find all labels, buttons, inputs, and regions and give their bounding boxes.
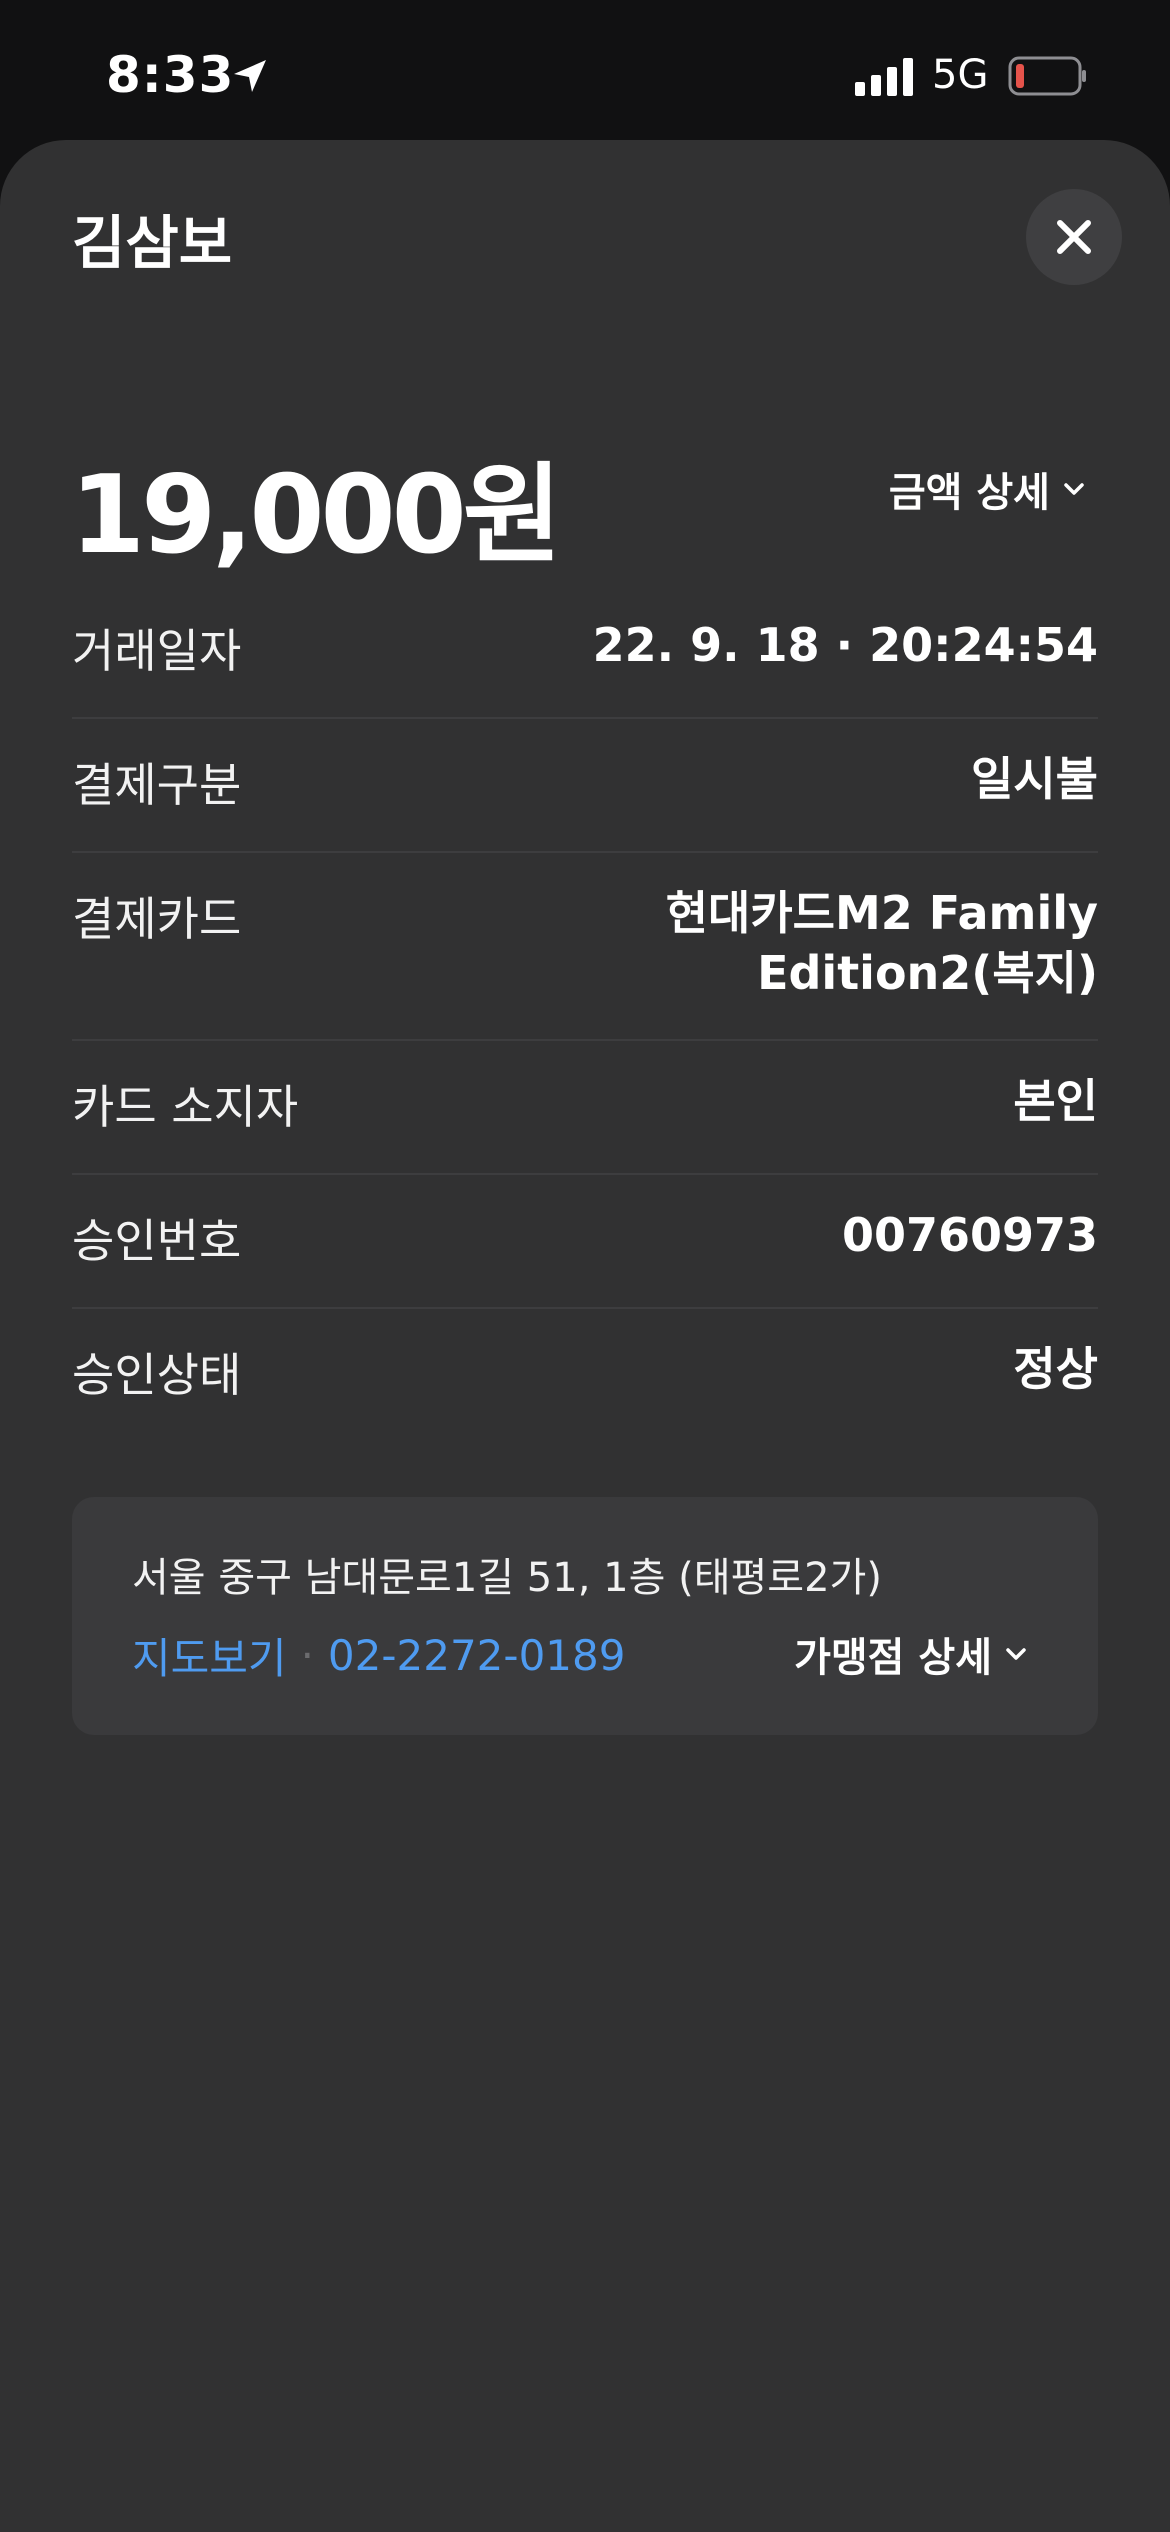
row-label: 결제카드 <box>72 892 242 946</box>
row-transaction-date: 거래일자 22. 9. 18 · 20:24:54 <box>72 585 1098 719</box>
row-value: 본인 <box>1013 1074 1098 1128</box>
row-payment-type: 결제구분 일시불 <box>72 719 1098 853</box>
row-value: 정상 <box>1013 1342 1098 1396</box>
row-value: 22. 9. 18 · 20:24:54 <box>592 618 1098 672</box>
phone-link[interactable]: 02-2272-0189 <box>328 1631 626 1680</box>
close-button[interactable] <box>1026 189 1122 285</box>
transaction-detail-sheet: 김삼보 19,000원 금액 상세 거래일자 22. 9. 18 · 20:24… <box>0 140 1170 2532</box>
map-link[interactable]: 지도보기 <box>132 1625 287 1686</box>
amount-value: 19,000원 <box>70 453 562 578</box>
battery-icon <box>1008 56 1088 96</box>
transaction-info-list: 거래일자 22. 9. 18 · 20:24:54 결제구분 일시불 결제카드 … <box>72 585 1098 1441</box>
chevron-down-icon <box>1006 1648 1026 1660</box>
row-value: 00760973 <box>841 1208 1098 1262</box>
status-time: 8:33 <box>106 46 235 104</box>
row-label: 승인상태 <box>72 1348 242 1402</box>
separator-dot: · <box>300 1631 314 1680</box>
row-value: 일시불 <box>971 752 1098 806</box>
row-payment-card: 결제카드 현대카드M2 Family Edition2(복지) <box>72 853 1098 1041</box>
row-label: 거래일자 <box>72 624 242 678</box>
merchant-info-card: 서울 중구 남대문로1길 51, 1층 (태평로2가) 지도보기 · 02-22… <box>72 1497 1098 1735</box>
row-card-holder: 카드 소지자 본인 <box>72 1041 1098 1175</box>
location-arrow-icon <box>230 56 270 96</box>
row-approval-status: 승인상태 정상 <box>72 1309 1098 1441</box>
row-value: 현대카드M2 Family Edition2(복지) <box>665 886 1098 1000</box>
chevron-down-icon <box>1064 483 1084 495</box>
row-label: 결제구분 <box>72 758 242 812</box>
row-approval-number: 승인번호 00760973 <box>72 1175 1098 1309</box>
merchant-detail-button[interactable]: 가맹점 상세 <box>794 1625 1028 1683</box>
close-icon <box>1057 220 1091 254</box>
merchant-detail-label: 가맹점 상세 <box>794 1635 992 1681</box>
merchant-links: 지도보기 · 02-2272-0189 <box>132 1625 625 1686</box>
row-label: 승인번호 <box>72 1214 242 1268</box>
cellular-signal-icon <box>855 58 915 96</box>
status-bar: 8:33 5G <box>0 0 1170 140</box>
amount-detail-label: 금액 상세 <box>888 470 1050 516</box>
network-label: 5G <box>932 52 989 98</box>
row-label: 카드 소지자 <box>72 1080 299 1134</box>
merchant-title: 김삼보 <box>72 209 233 277</box>
amount-detail-button[interactable]: 금액 상세 <box>889 460 1086 518</box>
merchant-address: 서울 중구 남대문로1길 51, 1층 (태평로2가) <box>132 1555 882 1601</box>
